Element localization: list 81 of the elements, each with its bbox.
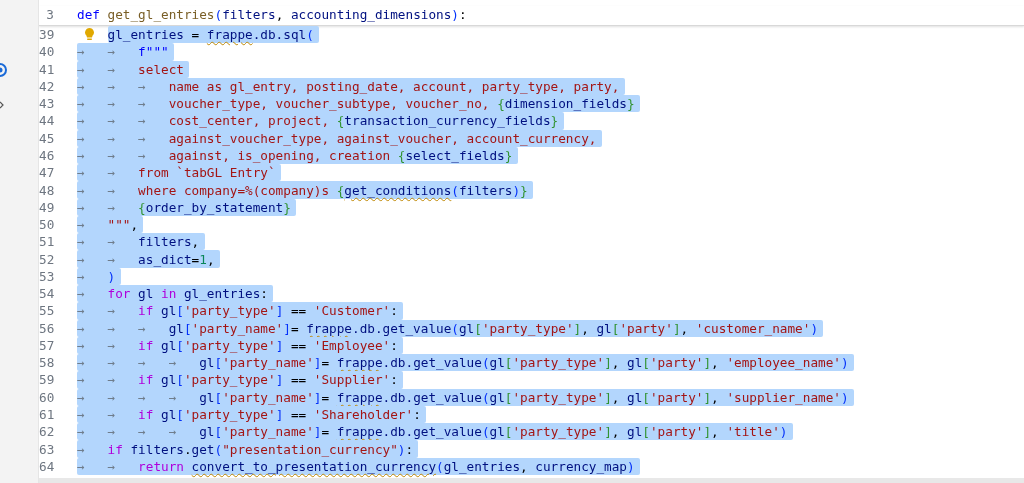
line-number: 56 xyxy=(39,320,54,336)
line-number: 42 xyxy=(39,78,54,94)
code-line: gl_entries = frappe.db.sql( xyxy=(107,26,314,44)
tab-markers: → → xyxy=(77,234,117,250)
line-number: 3 xyxy=(45,7,54,23)
line-number: 53 xyxy=(39,268,54,284)
code-line: gl['party_name']= frappe.db.get_value(gl['party_type'], gl['party'], 'employee_name') xyxy=(199,354,849,372)
code-line: f""" xyxy=(138,43,169,61)
line-number: 60 xyxy=(39,389,54,405)
line-number: 62 xyxy=(39,424,54,440)
line-number: 46 xyxy=(39,148,54,163)
tab-markers: → → → xyxy=(77,78,147,94)
code-line: name as gl_entry, posting_date, account, party_type, party, xyxy=(168,77,620,95)
code-line: def get_gl_entries(filters, accounting_dimensions): xyxy=(77,6,467,24)
tab-markers: → → → xyxy=(77,130,147,146)
line-number: 57 xyxy=(39,337,54,353)
line-number: 50 xyxy=(39,217,54,233)
code-line: """, xyxy=(107,216,139,234)
code-line: gl['party_name']= frappe.db.get_value(gl['party_type'], gl['party'], 'supplier_name') xyxy=(199,388,849,406)
code-line: against, is_opening, creation {select_fields} xyxy=(168,147,513,164)
code-line: select xyxy=(138,60,184,78)
line-number: 44 xyxy=(39,113,54,129)
line-number: 40 xyxy=(39,44,54,60)
tab-markers: → → xyxy=(77,61,117,77)
code-line: filters, xyxy=(138,233,200,251)
tab-markers: → → xyxy=(77,44,117,60)
line-number: 45 xyxy=(39,130,54,146)
tab-markers: → → → → xyxy=(77,355,178,371)
line-number: 55 xyxy=(39,303,54,319)
code-line: where company=%(company)s {get_conditions(filters)} xyxy=(138,181,528,199)
line-number: 61 xyxy=(39,406,54,422)
tab-markers: → → → → xyxy=(77,424,178,440)
code-line: for gl in gl_entries: xyxy=(107,285,268,303)
tab-markers: → → xyxy=(77,372,117,388)
line-number: 59 xyxy=(39,372,54,388)
code-line: cost_center, project, {transaction_currency_fields} xyxy=(168,112,559,130)
code-line: if filters.get("presentation_currency"): xyxy=(107,440,414,458)
code-line: ) xyxy=(107,267,116,285)
line-number: 39 xyxy=(39,27,54,43)
tab-markers: → → xyxy=(77,251,117,267)
tab-markers: → → → xyxy=(77,148,147,163)
code-line: voucher_type, voucher_subtype, voucher_no, {dimension_fields} xyxy=(168,95,635,113)
code-line: return convert_to_presentation_currency(gl_entries, currency_map) xyxy=(138,457,635,475)
tab-markers: → → xyxy=(77,199,117,215)
line-number: 64 xyxy=(39,458,54,474)
line-number: 52 xyxy=(39,251,54,267)
tab-markers: → → xyxy=(77,165,117,181)
tab-markers: → → xyxy=(77,337,117,353)
horizontal-scrollbar[interactable] xyxy=(39,478,1024,483)
code-line: as_dict=1, xyxy=(138,250,215,268)
line-number: 63 xyxy=(39,441,54,457)
code-line: gl['party_name']= frappe.db.get_value(gl['party_type'], gl['party'], 'customer_name') xyxy=(168,319,819,337)
tab-markers: → xyxy=(77,441,86,457)
code-line: if gl['party_type'] == 'Shareholder': xyxy=(138,405,421,423)
line-number: 41 xyxy=(39,61,54,77)
line-number: 43 xyxy=(39,96,54,112)
tab-markers: → → xyxy=(77,458,117,474)
code-line: gl['party_name']= frappe.db.get_value(gl['party_type'], gl['party'], 'title') xyxy=(199,423,788,441)
code-line: if gl['party_type'] == 'Supplier': xyxy=(138,371,398,389)
tab-markers: → → → xyxy=(77,320,147,336)
line-number: 49 xyxy=(39,199,54,215)
code-line: {order_by_statement} xyxy=(138,198,291,216)
tab-markers: → → → xyxy=(77,96,147,112)
code-line: if gl['party_type'] == 'Customer': xyxy=(138,302,398,320)
tab-markers: → → xyxy=(77,303,117,319)
tab-markers: → → → → xyxy=(77,389,178,405)
code-line: against_voucher_type, against_voucher, account_currency, xyxy=(168,129,597,147)
line-number: 58 xyxy=(39,355,54,371)
tab-markers: → → xyxy=(77,406,117,422)
tab-markers: → → → xyxy=(77,113,147,129)
code-line: if gl['party_type'] == 'Employee': xyxy=(138,336,398,354)
line-number: 48 xyxy=(39,182,54,198)
tab-markers: → → xyxy=(77,182,117,198)
chevron-icon[interactable] xyxy=(0,101,5,109)
tab-markers: → xyxy=(77,286,86,302)
line-number: 51 xyxy=(39,234,54,250)
line-number: 54 xyxy=(39,286,54,302)
code-line: from `tabGL Entry` xyxy=(138,164,276,182)
line-number: 47 xyxy=(39,165,54,181)
tab-markers: → xyxy=(77,217,86,233)
tab-markers: → xyxy=(77,268,86,284)
